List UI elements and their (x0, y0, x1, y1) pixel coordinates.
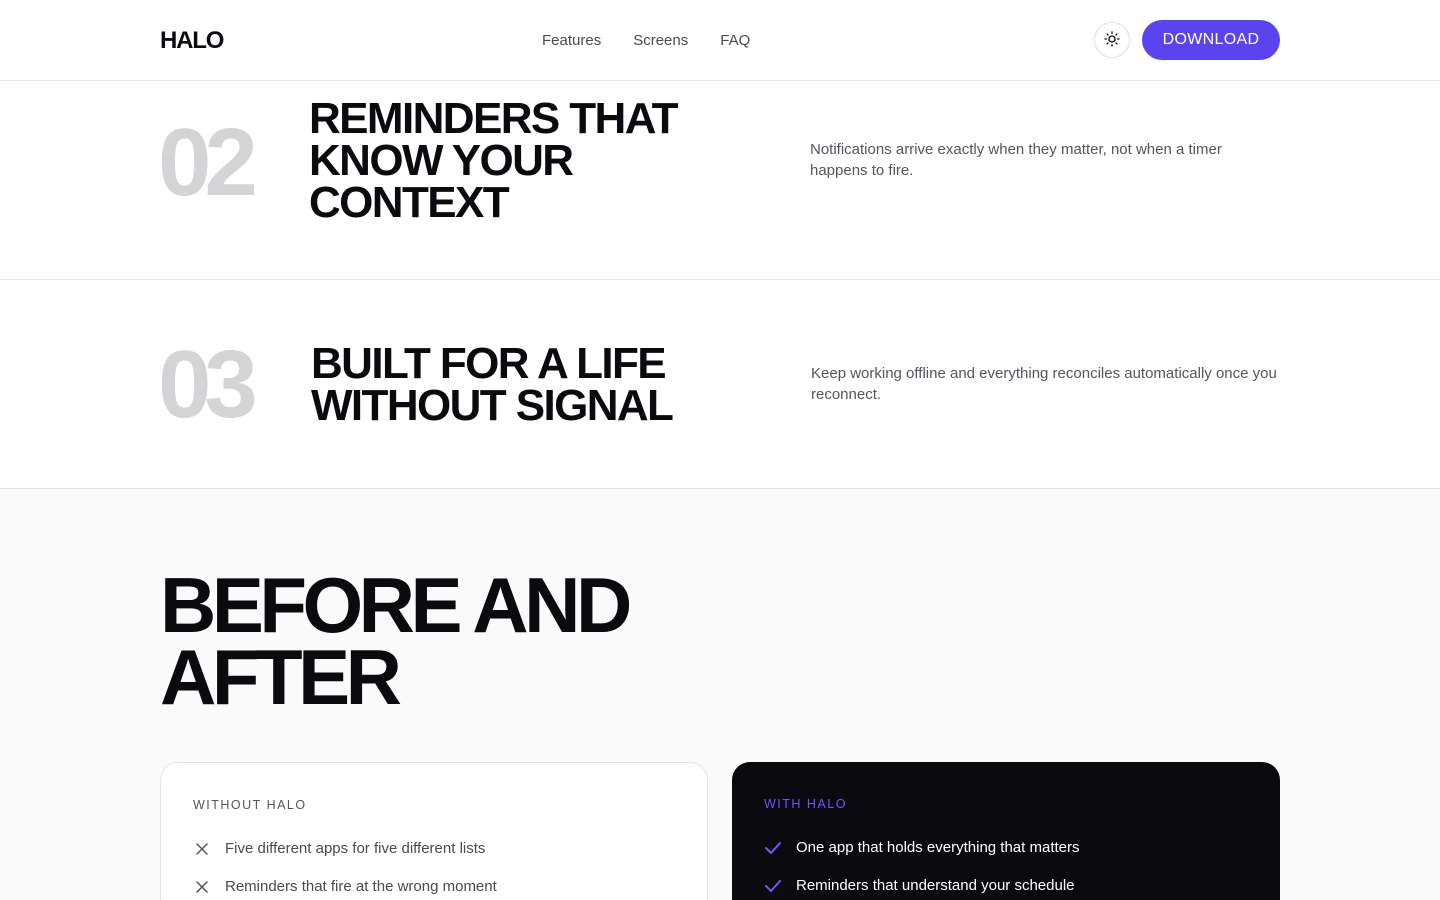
list-item-text: Reminders that understand your schedule (796, 877, 1075, 894)
x-icon (193, 840, 211, 858)
before-after-section: BEFORE AND AFTER WITHOUT HALO Five diffe… (0, 489, 1440, 900)
list-item-text: One app that holds everything that matte… (796, 839, 1080, 856)
list-item: Five different apps for five different l… (193, 839, 497, 859)
download-button[interactable]: DOWNLOAD (1142, 20, 1280, 60)
feature-description: Notifications arrive exactly when they m… (810, 141, 1222, 179)
list-item-text: Five different apps for five different l… (225, 840, 486, 857)
feature-row: 03 BUILT FOR A LIFE WITHOUT SIGNAL Keep … (0, 280, 1440, 489)
feature-title: REMINDERS THAT KNOW YOUR CONTEXT (309, 94, 678, 227)
feature-description: Keep working offline and everything reco… (811, 365, 1277, 403)
nav-link-faq[interactable]: FAQ (720, 31, 750, 51)
x-icon (193, 878, 211, 896)
feature-title: BUILT FOR A LIFE WITHOUT SIGNAL (311, 339, 674, 430)
check-icon (764, 877, 782, 895)
list-item: One app that holds everything that matte… (764, 838, 1080, 858)
feature-number: 02 (158, 109, 258, 216)
list-item: Reminders that fire at the wrong moment (193, 877, 497, 897)
card-label: WITHOUT HALO (193, 798, 307, 812)
nav-link-features[interactable]: Features (542, 31, 601, 51)
nav-link-screens[interactable]: Screens (633, 31, 688, 51)
card-list: One app that holds everything that matte… (764, 838, 1080, 900)
theme-toggle-button[interactable] (1094, 22, 1130, 58)
sun-icon (1104, 30, 1120, 50)
check-icon (764, 839, 782, 857)
site-header: HALO Features Screens FAQ DOWNLOAD (0, 0, 1440, 81)
list-item: Reminders that understand your schedule (764, 876, 1080, 896)
feature-row: 02 REMINDERS THAT KNOW YOUR CONTEXT Noti… (0, 81, 1440, 280)
logo[interactable]: HALO (160, 27, 224, 55)
card-label: WITH HALO (764, 797, 847, 811)
section-title: BEFORE AND AFTER (160, 561, 632, 721)
with-halo-card: WITH HALO One app that holds everything … (732, 762, 1280, 900)
list-item-text: Reminders that fire at the wrong moment (225, 878, 497, 895)
main-nav: Features Screens FAQ (542, 31, 750, 51)
feature-number: 03 (158, 331, 258, 438)
without-halo-card: WITHOUT HALO Five different apps for fiv… (160, 762, 708, 900)
card-list: Five different apps for five different l… (193, 839, 497, 900)
